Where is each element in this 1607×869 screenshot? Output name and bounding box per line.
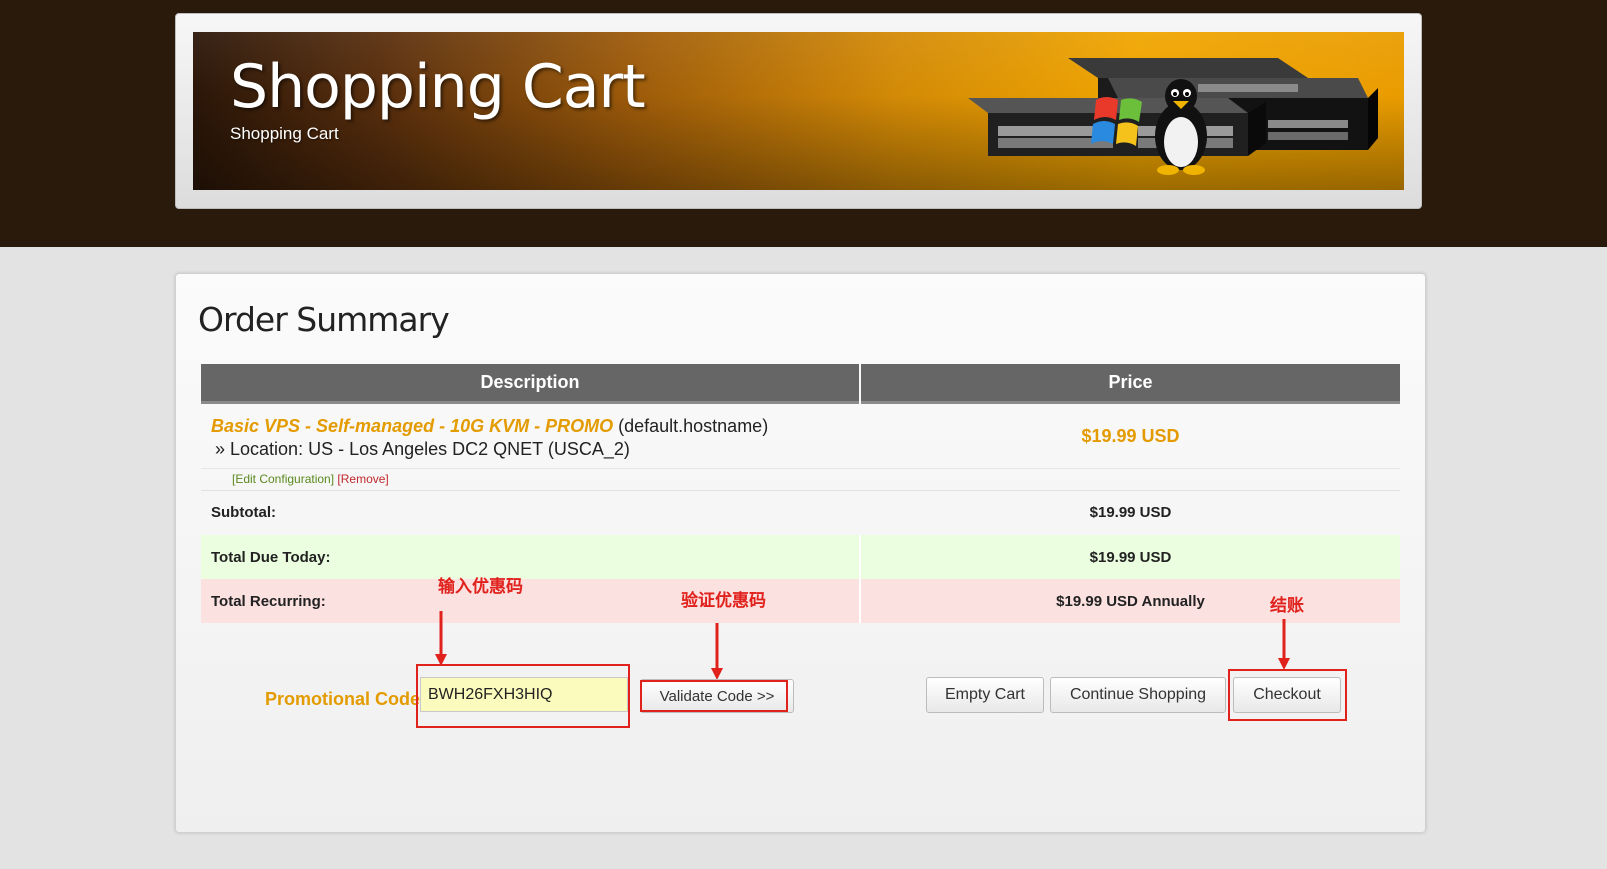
- cart-item-row: Basic VPS - Self-managed - 10G KVM - PRO…: [201, 404, 1400, 468]
- annotation-enter-code: 输入优惠码: [438, 577, 523, 597]
- annotation-box-validate: [640, 680, 788, 712]
- page-title: Order Summary: [198, 300, 450, 339]
- banner-subtitle: Shopping Cart: [230, 124, 339, 143]
- subtotal-label: Subtotal:: [211, 504, 276, 521]
- column-header-price: Price: [861, 364, 1400, 404]
- header-banner: Shopping Cart Shopping Cart: [193, 32, 1404, 190]
- banner-title: Shopping Cart: [230, 52, 646, 122]
- total-due-today-row: Total Due Today: $19.99 USD: [201, 535, 1400, 579]
- empty-cart-button[interactable]: Empty Cart: [926, 677, 1044, 713]
- continue-shopping-button[interactable]: Continue Shopping: [1050, 677, 1226, 713]
- remove-item-link[interactable]: [Remove]: [337, 472, 388, 486]
- annotation-checkout: 结账: [1270, 596, 1304, 616]
- banner-art: [968, 58, 1378, 175]
- total-recurring-value: $19.99 USD Annually: [1056, 593, 1205, 610]
- product-name: Basic VPS - Self-managed - 10G KVM - PRO…: [211, 416, 614, 436]
- edit-configuration-link[interactable]: [Edit Configuration]: [232, 472, 334, 486]
- product-line: Basic VPS - Self-managed - 10G KVM - PRO…: [211, 416, 768, 437]
- product-price: $19.99 USD: [1081, 426, 1180, 446]
- total-recurring-row: Total Recurring: $19.99 USD Annually: [201, 579, 1400, 623]
- subtotal-row: Subtotal: $19.99 USD: [201, 490, 1400, 534]
- product-hostname: (default.hostname): [618, 416, 769, 436]
- cart-item-actions: [Edit Configuration] [Remove]: [201, 468, 1400, 491]
- subtotal-value: $19.99 USD: [1089, 504, 1172, 521]
- annotation-validate-code: 验证优惠码: [681, 591, 766, 611]
- promo-code-label: Promotional Code: [265, 689, 421, 709]
- column-header-description: Description: [201, 364, 859, 404]
- annotation-box-promo-input: [416, 664, 630, 728]
- total-due-today-value: $19.99 USD: [1089, 549, 1172, 566]
- annotation-box-checkout: [1228, 669, 1347, 721]
- total-due-today-label: Total Due Today:: [211, 549, 331, 566]
- product-location: » Location: US - Los Angeles DC2 QNET (U…: [215, 439, 630, 459]
- total-recurring-label: Total Recurring:: [211, 593, 326, 610]
